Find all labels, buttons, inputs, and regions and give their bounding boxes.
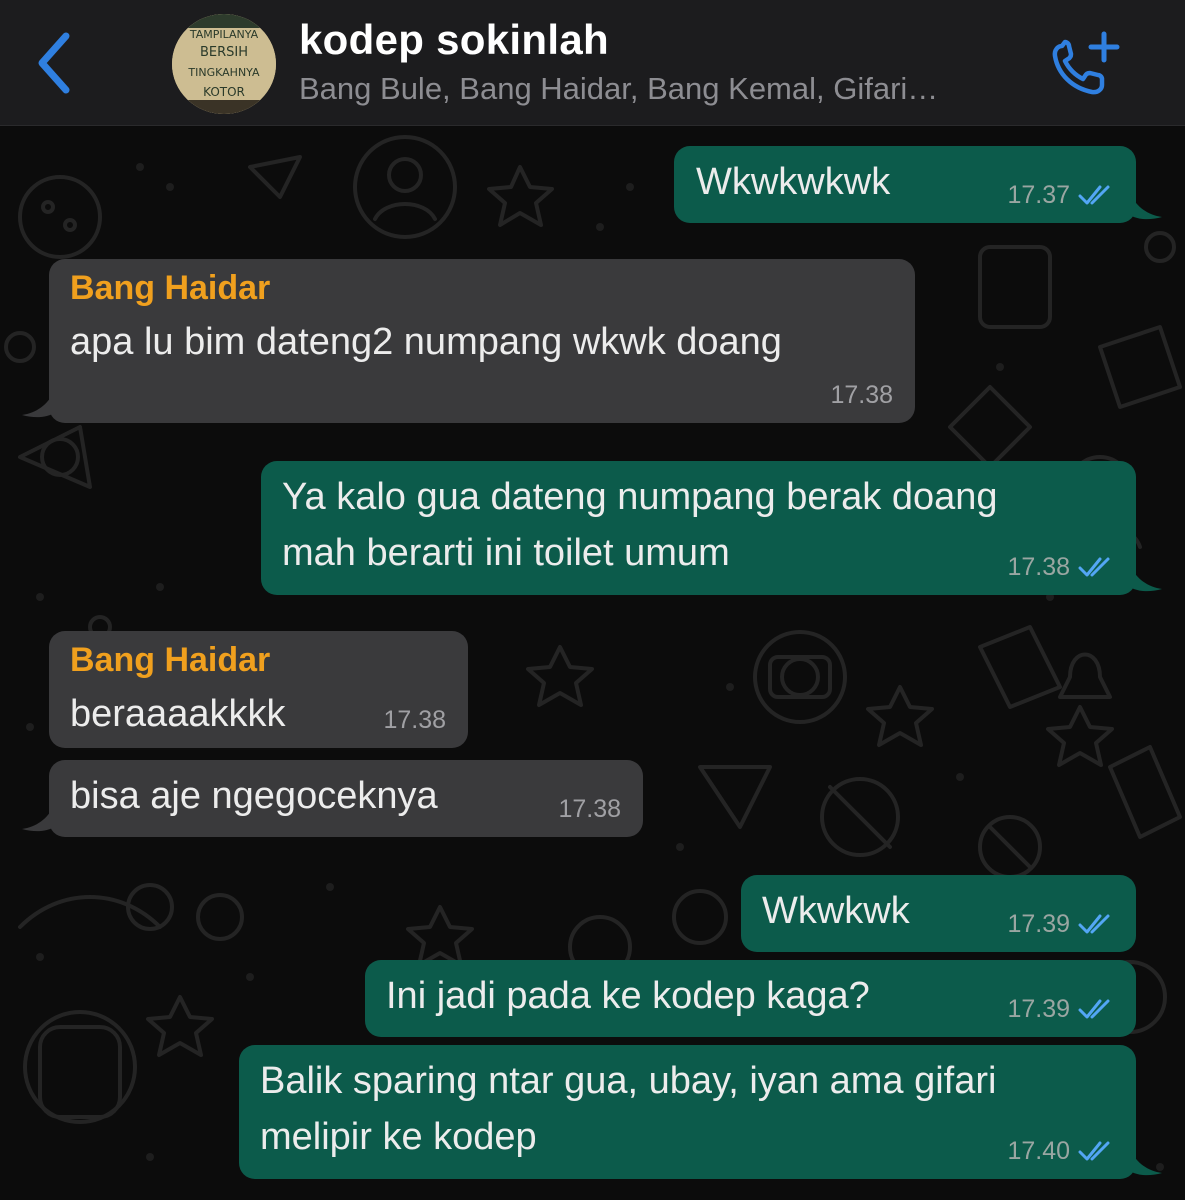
message-text: apa lu bim dateng2 numpang wkwk doang	[70, 321, 782, 363]
avatar-text-line-2: BERSIH	[200, 45, 248, 60]
message-bubble-incoming[interactable]: bisa aje ngegoceknya 17.38	[49, 760, 643, 837]
message-bubble-incoming[interactable]: Bang Haidar apa lu bim dateng2 numpang w…	[49, 259, 915, 423]
message-time: 17.40	[1007, 1137, 1070, 1165]
message-time: 17.39	[1007, 910, 1070, 938]
bubble-tail	[1130, 193, 1162, 220]
sender-name[interactable]: Bang Haidar	[70, 638, 270, 682]
message-bubble-outgoing[interactable]: Ya kalo gua dateng numpang berak doang m…	[261, 461, 1136, 595]
chevron-left-icon	[38, 32, 70, 94]
double-check-icon	[1078, 914, 1110, 934]
call-button[interactable]	[1048, 30, 1124, 100]
message-text: Balik sparing ntar gua, ubay, iyan ama g…	[260, 1060, 997, 1158]
message-bubble-outgoing[interactable]: Ini jadi pada ke kodep kaga? 17.39	[365, 960, 1136, 1037]
message-time: 17.38	[558, 795, 621, 823]
message-meta: 17.37	[1007, 181, 1114, 209]
message-meta: 17.38	[558, 795, 621, 823]
back-button[interactable]	[30, 28, 80, 98]
avatar-text-line-1: TAMPILANYA	[189, 28, 259, 41]
chat-title[interactable]: kodep sokinlah	[299, 16, 609, 64]
message-time: 17.38	[1007, 553, 1070, 581]
message-meta: 17.38	[1007, 553, 1114, 581]
message-text: bisa aje ngegoceknya	[70, 775, 438, 817]
message-time: 17.38	[830, 381, 893, 409]
message-bubble-outgoing[interactable]: Wkwkwk 17.39	[741, 875, 1136, 952]
chat-header: TAMPILANYA BERSIH TINGKAHNYA KOTOR kodep…	[0, 0, 1185, 126]
message-text: Wkwkwkwk	[696, 161, 891, 203]
group-avatar-image: TAMPILANYA BERSIH TINGKAHNYA KOTOR	[172, 14, 276, 114]
double-check-icon	[1078, 1141, 1110, 1161]
bubble-tail	[1130, 1149, 1162, 1176]
message-text: Ini jadi pada ke kodep kaga?	[386, 975, 870, 1017]
double-check-icon	[1078, 185, 1110, 205]
chat-participants[interactable]: Bang Bule, Bang Haidar, Bang Kemal, Gifa…	[299, 71, 1029, 107]
group-avatar[interactable]: TAMPILANYA BERSIH TINGKAHNYA KOTOR	[172, 14, 276, 114]
double-check-icon	[1078, 557, 1110, 577]
bubble-tail	[1130, 565, 1162, 592]
message-bubble-incoming[interactable]: Bang Haidar beraaaakkkk 17.38	[49, 631, 468, 748]
message-bubble-outgoing[interactable]: Wkwkwkwk 17.37	[674, 146, 1136, 223]
message-text: Wkwkwk	[762, 890, 910, 932]
bubble-tail	[22, 391, 54, 418]
message-meta: 17.40	[1007, 1137, 1114, 1165]
bubble-tail	[22, 805, 54, 832]
message-time: 17.37	[1007, 181, 1070, 209]
message-bubble-outgoing[interactable]: Balik sparing ntar gua, ubay, iyan ama g…	[239, 1045, 1136, 1179]
message-meta: 17.39	[1007, 995, 1114, 1023]
avatar-text-line-4: KOTOR	[203, 85, 245, 99]
message-time: 17.39	[1007, 995, 1070, 1023]
message-text: Ya kalo gua dateng numpang berak doang m…	[282, 476, 998, 574]
message-meta: 17.39	[1007, 910, 1114, 938]
avatar-text-line-3: TINGKAHNYA	[187, 66, 260, 79]
message-meta: 17.38	[830, 381, 893, 409]
message-text: beraaaakkkk	[70, 693, 286, 735]
sender-name[interactable]: Bang Haidar	[70, 266, 270, 310]
message-list[interactable]: Wkwkwkwk 17.37 Bang Haidar apa lu bim da…	[0, 127, 1185, 1200]
phone-add-icon	[1052, 31, 1120, 95]
double-check-icon	[1078, 999, 1110, 1019]
message-time: 17.38	[383, 706, 446, 734]
message-meta: 17.38	[383, 706, 446, 734]
